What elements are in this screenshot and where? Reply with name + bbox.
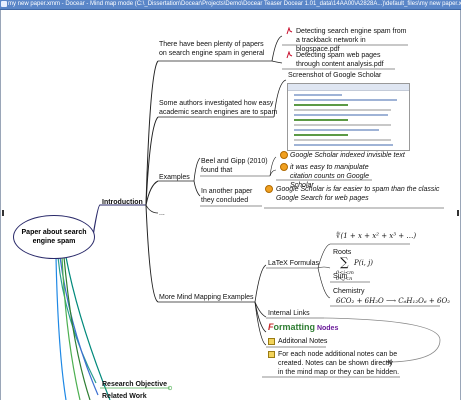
note-icon	[268, 338, 275, 345]
pdf-icon	[286, 27, 293, 35]
node-note-invisible-text[interactable]: Google Scholar indexed invisible text	[290, 151, 405, 160]
note-icon	[268, 351, 275, 358]
node-notes-text[interactable]: For each node additional notes can be cr…	[278, 350, 400, 377]
google-scholar-screenshot	[287, 83, 410, 151]
node-intro-academic-spam[interactable]: Some authors investigated how easy acade…	[159, 99, 279, 117]
formula-sum-term: P(i, j)	[354, 259, 374, 267]
pdf-icon	[286, 51, 293, 59]
node-internal-links[interactable]: Internal Links	[268, 309, 310, 318]
formula-roots: ∜(1 + x + x² + x³ + …)	[336, 232, 417, 240]
root-node[interactable]: Paper about search engine spam	[13, 215, 95, 259]
node-ellipsis[interactable]: ...	[159, 209, 165, 218]
smiley-icon	[280, 151, 288, 159]
formula-sum-limits: 0<i<m 0<j<n	[336, 270, 354, 282]
node-additional-notes[interactable]: Additonal Notes	[278, 337, 327, 346]
formula-sum-symbol: ∑	[340, 255, 349, 269]
node-examples[interactable]: Examples	[159, 173, 190, 182]
node-example-beel-gipp[interactable]: Beel and Gipp (2010) found that	[201, 157, 273, 175]
node-formatting-nodes[interactable]: Formatting Nodes	[268, 322, 338, 332]
smiley-icon	[265, 185, 273, 193]
node-screenshot-label[interactable]: Screenshot of Google Scholar	[288, 71, 381, 80]
smiley-icon	[280, 163, 288, 171]
node-research-objective[interactable]: Research Objective	[102, 380, 167, 389]
node-more-examples[interactable]: More Mind Mapping Examples	[159, 293, 254, 302]
node-note-far-easier[interactable]: Google Scholar is far easier to spam tha…	[276, 185, 448, 203]
node-latex-formulas[interactable]: LaTeX Formulas	[268, 259, 319, 268]
node-intro-general-papers[interactable]: There have been plenty of papers on sear…	[159, 40, 271, 58]
node-introduction[interactable]: Introduction	[102, 198, 143, 207]
node-example-another-paper[interactable]: In another paper they concluded	[201, 187, 263, 205]
node-pdf-trackback[interactable]: Detecting search engine spam from a trac…	[296, 27, 411, 54]
formula-chemistry: 6CO₂ + 6H₂O ⟶ C₆H₁₂O₆ + 6O₂	[336, 297, 450, 305]
node-chemistry[interactable]: Chemistry	[333, 287, 365, 296]
node-pdf-content-analysis[interactable]: Detecting spam web pages through content…	[296, 51, 396, 69]
root-node-label: Paper about search engine spam	[21, 229, 87, 245]
